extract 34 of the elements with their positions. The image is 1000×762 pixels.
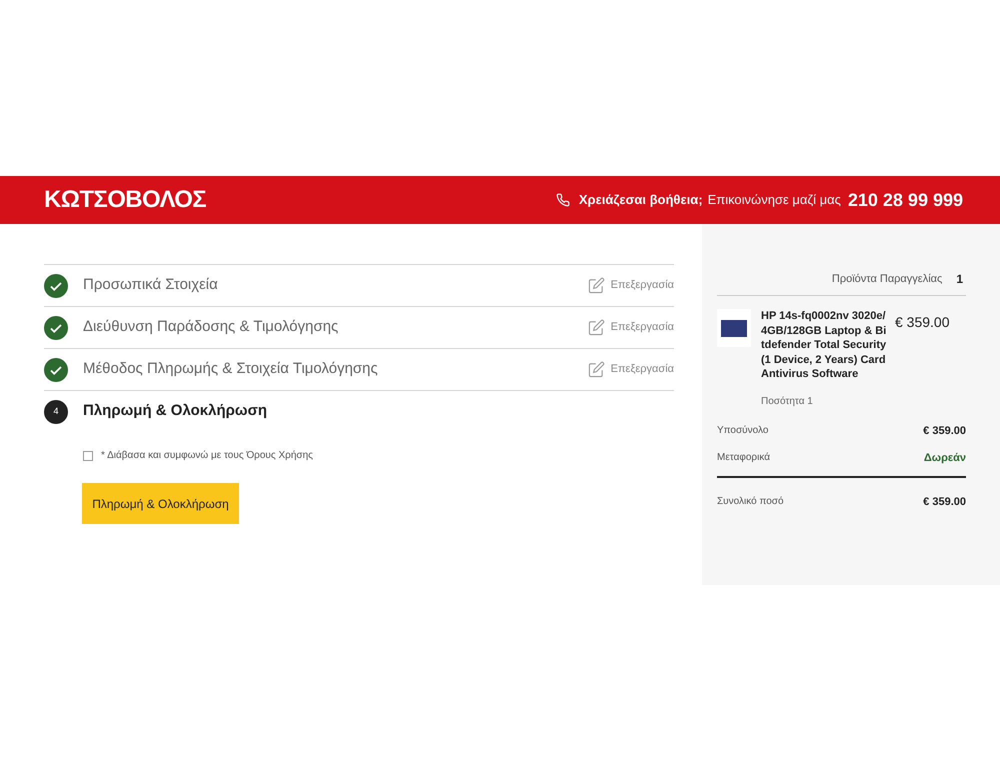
pay-button[interactable]: Πληρωμή & Ολοκλήρωση	[82, 483, 239, 524]
product-name: HP 14s-fq0002nv 3020e/4GB/128GB Laptop & Bitdefender Total Security (1 Device, 2 Years) Card Antivirus Software	[761, 309, 888, 382]
item-count: 1	[956, 271, 963, 288]
terms-checkbox[interactable]	[83, 450, 93, 460]
step-title: Διεύθυνση Παράδοσης & Τιμολόγησης	[83, 317, 340, 338]
step-title: Προσωπικά Στοιχεία	[83, 275, 219, 296]
terms-label: * Διάβασα και συμφωνώ με τους Όρους Χρήσης	[101, 449, 313, 463]
total-label: Συνολικό ποσό	[717, 494, 784, 508]
edit-icon	[588, 361, 605, 378]
summary-label: Υποσύνολο	[717, 424, 768, 438]
help-text: Επικοινώνησε μαζί μας	[708, 191, 841, 210]
checkmark-icon	[44, 316, 68, 340]
summary-heading: Προϊόντα Παραγγελίας	[832, 272, 942, 287]
checkmark-icon	[44, 358, 68, 382]
edit-button[interactable]: Επεξεργασία	[588, 277, 674, 294]
edit-icon	[588, 277, 605, 294]
product-quantity: Ποσότητα 1	[761, 394, 814, 408]
phone-number[interactable]: 210 28 99 999	[848, 186, 963, 214]
step-title: Μέθοδος Πληρωμής & Στοιχεία Τιμολόγησης	[83, 359, 379, 380]
help-question: Χρειάζεσαι βοήθεια;	[578, 191, 703, 210]
product-price: € 359.00	[895, 313, 950, 332]
edit-button[interactable]: Επεξεργασία	[588, 319, 674, 336]
phone-icon	[556, 193, 570, 207]
checkmark-icon	[44, 274, 68, 298]
laptop-thumbnail	[717, 309, 751, 347]
logo[interactable]: ΚΩΤΣΟΒΟΛΟΣ	[44, 182, 206, 218]
edit-icon	[588, 319, 605, 336]
summary-label: Μεταφορικά	[717, 451, 770, 465]
step-number: 4	[44, 400, 68, 424]
summary-value: Δωρεάν	[924, 451, 966, 466]
total-value: € 359.00	[923, 494, 966, 510]
edit-button[interactable]: Επεξεργασία	[588, 361, 674, 378]
summary-value: € 359.00	[923, 424, 966, 438]
step-title: Πληρωμή & Ολοκλήρωση	[83, 401, 268, 422]
